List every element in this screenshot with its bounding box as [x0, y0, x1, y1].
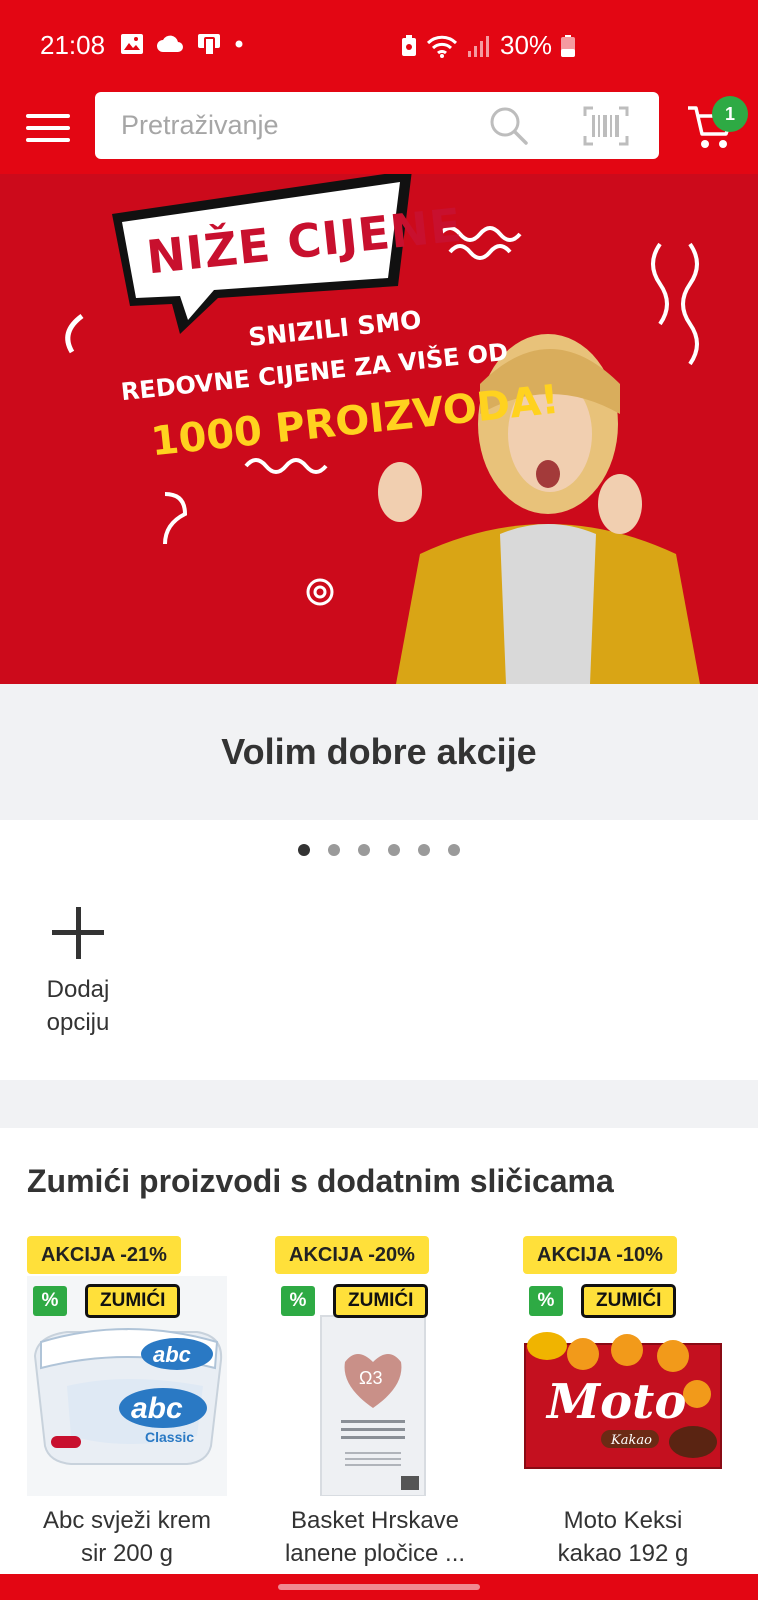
banner-caption[interactable]: Volim dobre akcije: [0, 684, 758, 820]
zumici-badge: ZUMIĆI: [333, 1284, 429, 1318]
status-system-icons: 30%: [400, 30, 576, 61]
search-bar: [95, 92, 659, 159]
banner-caption-title: Volim dobre akcije: [221, 731, 537, 772]
barcode-scan-icon[interactable]: [583, 106, 629, 146]
cart-count-badge: 1: [712, 96, 748, 132]
carousel-dot[interactable]: [328, 844, 340, 856]
svg-text:Ω3: Ω3: [359, 1368, 382, 1388]
carousel-dot[interactable]: [358, 844, 370, 856]
add-option-label-line-1: Dodaj: [46, 976, 110, 1003]
product-name-line-2: sir 200 g: [80, 1540, 174, 1567]
gallery-icon: [121, 34, 143, 54]
discount-badge: AKCIJA -20%: [275, 1236, 429, 1274]
svg-text:Moto: Moto: [545, 1374, 686, 1430]
navigation-bar: [0, 1574, 758, 1600]
percent-badge: %: [529, 1286, 563, 1316]
add-option-label-line-2: opciju: [46, 1009, 110, 1036]
product-name-line-2: lanene pločice ...: [284, 1540, 466, 1567]
zumici-badge: ZUMIĆI: [85, 1284, 181, 1318]
carousel-dot[interactable]: [448, 844, 460, 856]
svg-text:Classic: Classic: [145, 1429, 194, 1445]
product-name-line-1: Moto Keksi: [563, 1507, 683, 1534]
hamburger-line: [26, 138, 70, 142]
zumici-badge: ZUMIĆI: [581, 1284, 677, 1318]
product-name-line-1: Abc svježi krem: [42, 1507, 212, 1534]
svg-text:abc: abc: [131, 1392, 183, 1425]
carousel-dot-active[interactable]: [298, 844, 310, 856]
phone-icon: [198, 34, 220, 56]
section-separator: [0, 1080, 758, 1128]
hamburger-line: [26, 126, 70, 130]
section-title: Zumići proizvodi s dodatnim sličicama: [27, 1163, 614, 1199]
percent-badge: %: [281, 1286, 315, 1316]
battery-saver-icon: [402, 34, 416, 56]
percent-badge: %: [33, 1286, 67, 1316]
product-name-line-2: kakao 192 g: [557, 1540, 689, 1567]
carousel-dots: [0, 844, 758, 856]
dot-icon: [235, 40, 243, 48]
cloud-icon: [157, 35, 183, 52]
promo-banner[interactable]: NIŽE CIJENE SNIZILI SMO REDOVNE CIJENE Z…: [0, 174, 758, 684]
battery-icon: [561, 34, 576, 57]
plus-icon: [52, 907, 104, 959]
product-name: Moto Keksi kakao 192 g: [523, 1504, 723, 1570]
product-name: Basket Hrskave lanene pločice ...: [275, 1504, 475, 1570]
menu-button[interactable]: [26, 110, 70, 146]
svg-text:abc: abc: [153, 1342, 191, 1367]
svg-text:Kakao: Kakao: [610, 1433, 652, 1448]
home-indicator[interactable]: [278, 1584, 480, 1590]
battery-percentage: 30%: [500, 30, 553, 60]
search-icon[interactable]: [489, 106, 529, 146]
signal-icon: [468, 35, 489, 57]
discount-badge: AKCIJA -21%: [27, 1236, 181, 1274]
carousel-dot[interactable]: [388, 844, 400, 856]
add-option-button[interactable]: Dodaj opciju: [30, 905, 126, 1039]
app-header: 1: [0, 90, 758, 174]
status-notification-icons: [120, 32, 244, 56]
wifi-icon: [426, 35, 458, 58]
carousel-dot[interactable]: [418, 844, 430, 856]
status-bar: 21:08 30%: [0, 0, 758, 90]
discount-badge: AKCIJA -10%: [523, 1236, 677, 1274]
hamburger-line: [26, 114, 70, 118]
product-name-line-1: Basket Hrskave: [290, 1507, 460, 1534]
status-time: 21:08: [40, 30, 106, 60]
search-input[interactable]: [121, 108, 451, 142]
add-option-label: Dodaj opciju: [30, 973, 126, 1039]
product-name: Abc svježi krem sir 200 g: [27, 1504, 227, 1570]
